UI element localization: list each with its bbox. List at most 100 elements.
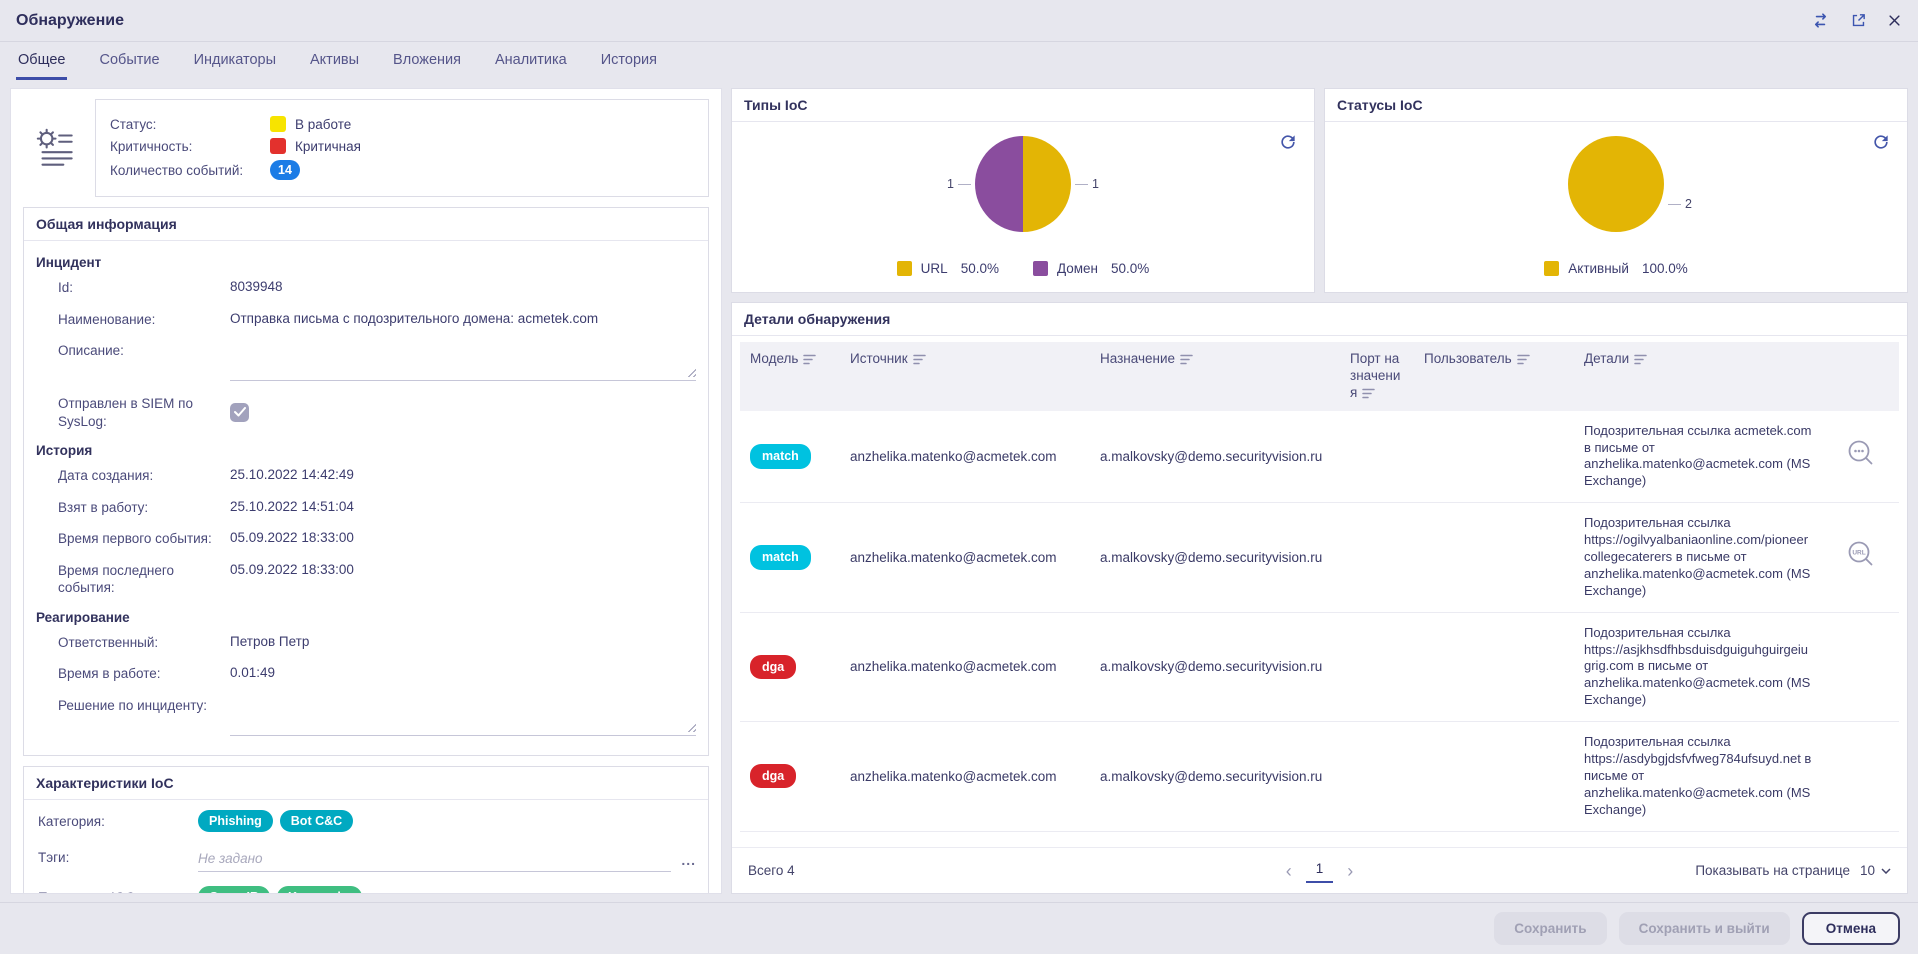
criticality-line: Критичность: Критичная — [110, 138, 694, 154]
legend-percent: 100.0% — [1641, 261, 1688, 276]
titlebar: Обнаружение — [0, 0, 1918, 42]
legend-percent: 50.0% — [960, 261, 999, 276]
ioc-characteristics-section: Характеристики IoC Категория: Phishing B… — [23, 766, 709, 893]
taken-label: Взят в работу: — [58, 499, 149, 515]
siem-syslog-label: Отправлен в SIEM по SysLog: — [58, 396, 193, 429]
work-time-label: Время в работе: — [58, 666, 161, 682]
refresh-icon[interactable] — [1278, 132, 1298, 155]
summary-box: Статус: В работе Критичность: Критичная — [95, 99, 709, 197]
url-preview-icon[interactable]: URL — [1844, 538, 1878, 577]
tab-indicators[interactable]: Индикаторы — [192, 44, 278, 80]
detection-details-card: Детали обнаружения Модель Источник Назна… — [731, 302, 1908, 894]
legend-label: Домен — [1056, 261, 1099, 276]
legend-swatch — [896, 261, 912, 276]
model-badge: match — [750, 545, 811, 570]
column-header-model[interactable]: Модель — [740, 342, 840, 411]
work-time-value: 0.01:49 — [230, 665, 276, 681]
table-header-row: Модель Источник Назначение Порт назначен… — [740, 342, 1899, 411]
open-in-new-icon[interactable] — [1850, 12, 1867, 29]
model-badge: match — [750, 444, 811, 469]
table-row[interactable]: match anzhelika.matenko@acmetek.com a.ma… — [740, 502, 1899, 613]
incident-panel: Статус: В работе Критичность: Критичная — [10, 88, 722, 894]
criticality-color-swatch — [270, 138, 286, 154]
model-badge: dga — [750, 764, 797, 789]
group-incident: Инцидент — [36, 255, 102, 270]
details-cell: Подозрительная ссылка https://asdybgjdsf… — [1574, 721, 1823, 832]
pie-callout-value: 1 — [1092, 177, 1099, 191]
detection-details-table: Модель Источник Назначение Порт назначен… — [740, 342, 1899, 832]
status-color-swatch — [270, 116, 286, 132]
group-response: Реагирование — [36, 609, 130, 625]
tab-assets[interactable]: Активы — [308, 44, 361, 80]
source-cell: anzhelika.matenko@acmetek.com — [840, 721, 1090, 832]
prev-page-button[interactable]: ‹ — [1278, 862, 1300, 880]
model-badge: dga — [750, 654, 797, 679]
pie-chart — [1568, 136, 1664, 232]
column-header-user[interactable]: Пользователь — [1414, 342, 1574, 411]
detection-window: Обнаружение Общее Событие Индикаторы Акт… — [0, 0, 1918, 954]
tab-history[interactable]: История — [599, 44, 659, 80]
preview-link-icon[interactable] — [1844, 437, 1878, 476]
tags-input[interactable]: Не задано — [198, 846, 672, 873]
column-header-actions — [1823, 342, 1899, 411]
port-cell — [1340, 612, 1414, 723]
criticality-label: Критичность: — [110, 138, 193, 154]
column-header-details[interactable]: Детали — [1574, 342, 1823, 411]
cancel-button[interactable]: Отмена — [1801, 912, 1900, 945]
legend-item: Активный 100.0% — [1544, 261, 1688, 276]
table-row[interactable]: dga anzhelika.matenko@acmetek.com a.malk… — [740, 612, 1899, 723]
general-info-title: Общая информация — [24, 208, 708, 241]
column-header-destination[interactable]: Назначение — [1090, 342, 1340, 411]
destination-cell: a.malkovsky@demo.securityvision.ru — [1090, 410, 1340, 504]
refresh-icon[interactable] — [1871, 132, 1891, 155]
category-badge: Bot C&C — [279, 810, 354, 833]
status-value: В работе — [295, 116, 352, 132]
save-button[interactable]: Сохранить — [1494, 912, 1607, 945]
tab-general[interactable]: Общее — [16, 44, 68, 80]
resize-handle-icon[interactable] — [685, 721, 696, 733]
events-count-badge[interactable]: 14 — [270, 160, 300, 180]
legend-percent: 50.0% — [1111, 261, 1150, 276]
user-cell — [1414, 410, 1574, 504]
column-header-dest-port[interactable]: Порт назначения — [1340, 342, 1414, 411]
responsible-value: Петров Петр — [230, 633, 310, 649]
description-textarea[interactable] — [230, 341, 696, 382]
resolution-textarea[interactable] — [230, 696, 696, 737]
source-cell: anzhelika.matenko@acmetek.com — [840, 502, 1090, 613]
save-and-exit-button[interactable]: Сохранить и выйти — [1618, 912, 1790, 945]
details-cell: Подозрительная ссылка acmetek.com в пись… — [1574, 410, 1823, 504]
pie-chart — [975, 136, 1071, 232]
ioc-types-pie: 1 1 — [947, 136, 1099, 232]
resize-handle-icon[interactable] — [685, 366, 696, 378]
destination-cell: a.malkovsky@demo.securityvision.ru — [1090, 721, 1340, 832]
page-number[interactable]: 1 — [1305, 858, 1334, 883]
page-size-select[interactable]: 10 — [1860, 863, 1891, 878]
tab-attachments[interactable]: Вложения — [391, 44, 463, 80]
ioc-statuses-legend: Активный 100.0% — [1544, 261, 1688, 292]
responsible-label: Ответственный: — [58, 634, 159, 650]
swap-window-icon[interactable] — [1811, 11, 1830, 30]
id-value: 8039948 — [230, 279, 283, 294]
next-page-button[interactable]: › — [1339, 862, 1361, 880]
tags-more-button[interactable]: ... — [681, 846, 696, 868]
created-value: 25.10.2022 14:42:49 — [230, 467, 354, 483]
tab-event[interactable]: Событие — [97, 44, 161, 80]
siem-syslog-checkbox[interactable] — [230, 402, 249, 422]
details-cell: Подозрительная ссылка https://asjkhsdfhb… — [1574, 612, 1823, 723]
table-row[interactable]: match anzhelika.matenko@acmetek.com a.ma… — [740, 410, 1899, 504]
close-icon[interactable] — [1887, 13, 1902, 28]
table-row[interactable]: dga anzhelika.matenko@acmetek.com a.malk… — [740, 721, 1899, 832]
ioc-characteristics-title: Характеристики IoC — [24, 767, 708, 801]
status-label: Статус: — [110, 116, 157, 132]
tab-analytics[interactable]: Аналитика — [493, 44, 569, 80]
details-cell: Подозрительная ссылка https://ogilvyalba… — [1574, 502, 1823, 613]
window-controls — [1811, 11, 1902, 30]
footer-bar: Сохранить Сохранить и выйти Отмена — [0, 902, 1918, 954]
port-cell — [1340, 721, 1414, 832]
legend-item: URL 50.0% — [896, 261, 999, 276]
first-event-value: 05.09.2022 18:33:00 — [230, 530, 354, 546]
page-size-label: Показывать на странице — [1695, 863, 1850, 878]
column-header-source[interactable]: Источник — [840, 342, 1090, 411]
user-cell — [1414, 502, 1574, 613]
right-column: Типы IoC 1 1 URL 50.0% Домен 50.0% Стату… — [731, 88, 1908, 894]
